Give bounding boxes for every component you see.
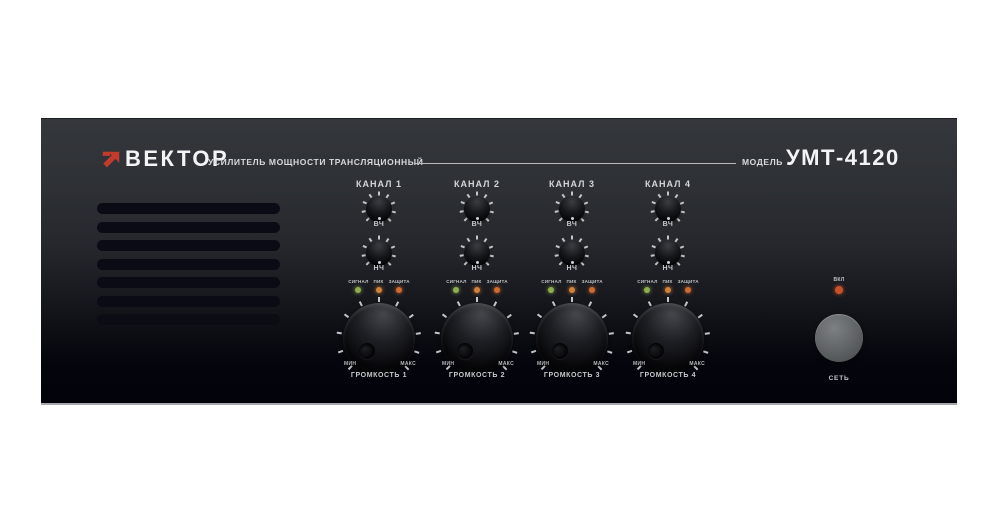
knob-body xyxy=(655,240,681,266)
signal-led xyxy=(548,287,554,293)
amplifier-front-panel: ВЕКТОР УСИЛИТЕЛЬ МОЩНОСТИ ТРАНСЛЯЦИОННЫЙ… xyxy=(41,118,957,405)
power-button[interactable] xyxy=(815,314,863,362)
channel-title: КАНАЛ 1 xyxy=(331,179,427,189)
channel-2-volume-knob[interactable] xyxy=(432,294,522,384)
vector-arrow-icon xyxy=(100,149,122,171)
header-divider-line xyxy=(414,163,736,164)
channel-3-section: КАНАЛ 3 ВЧ НЧ СИГНАЛ ПИК ЗАЩИТА МИН МАКС xyxy=(524,177,620,399)
peak-led xyxy=(474,287,480,293)
knob-pointer xyxy=(571,217,574,220)
knob-pointer xyxy=(476,217,479,220)
signal-led xyxy=(453,287,459,293)
ventilation-grille xyxy=(97,203,280,333)
max-label: МАКС xyxy=(400,361,416,367)
vent-slot xyxy=(97,259,280,270)
channel-3-volume-knob[interactable] xyxy=(527,294,617,384)
knob-pointer xyxy=(378,217,381,220)
protect-led-label: ЗАЩИТА xyxy=(582,279,603,284)
knob-indicator-dimple xyxy=(359,343,375,359)
protect-led-label: ЗАЩИТА xyxy=(678,279,699,284)
power-section: ВКЛ СЕТЬ xyxy=(791,277,887,503)
signal-led-label: СИГНАЛ xyxy=(541,279,561,284)
treble-label: ВЧ xyxy=(620,221,716,228)
max-label: МАКС xyxy=(593,361,609,367)
peak-led xyxy=(569,287,575,293)
vent-slot xyxy=(97,240,280,251)
model-number: УМТ-4120 xyxy=(786,145,900,171)
channel-1-volume-knob[interactable] xyxy=(334,294,424,384)
protect-led-label: ЗАЩИТА xyxy=(389,279,410,284)
channel-2-section: КАНАЛ 2 ВЧ НЧ СИГНАЛ ПИК ЗАЩИТА МИН МАКС xyxy=(429,177,525,399)
peak-led-label: ПИК xyxy=(472,279,482,284)
knob-pointer xyxy=(378,261,381,264)
vent-slot xyxy=(97,203,280,214)
vent-slot xyxy=(97,314,280,325)
knob-body xyxy=(559,240,585,266)
channel-title: КАНАЛ 4 xyxy=(620,179,716,189)
knob-pointer xyxy=(476,261,479,264)
min-label: МИН xyxy=(442,361,454,367)
vent-slot xyxy=(97,222,280,233)
knob-pointer xyxy=(667,217,670,220)
treble-label: ВЧ xyxy=(331,221,427,228)
min-label: МИН xyxy=(344,361,356,367)
protect-led xyxy=(396,287,402,293)
vent-slot xyxy=(97,277,280,288)
bass-label: НЧ xyxy=(620,265,716,272)
channel-4-volume-knob[interactable] xyxy=(623,294,713,384)
panel-subtitle: УСИЛИТЕЛЬ МОЩНОСТИ ТРАНСЛЯЦИОННЫЙ xyxy=(208,157,423,167)
peak-led-label: ПИК xyxy=(567,279,577,284)
knob-indicator-dimple xyxy=(552,343,568,359)
peak-led xyxy=(665,287,671,293)
power-switch-label: СЕТЬ xyxy=(791,375,887,382)
knob-indicator-dimple xyxy=(648,343,664,359)
knob-body xyxy=(559,196,585,222)
knob-body xyxy=(655,196,681,222)
protect-led xyxy=(589,287,595,293)
power-led xyxy=(835,286,843,294)
signal-led xyxy=(644,287,650,293)
signal-led-label: СИГНАЛ xyxy=(637,279,657,284)
max-label: МАКС xyxy=(498,361,514,367)
knob-body xyxy=(366,196,392,222)
knob-pointer xyxy=(667,261,670,264)
knob-body xyxy=(464,240,490,266)
model-label: МОДЕЛЬ xyxy=(742,157,783,167)
vent-slot xyxy=(97,296,280,307)
knob-body xyxy=(366,240,392,266)
bass-label: НЧ xyxy=(331,265,427,272)
channel-1-section: КАНАЛ 1 ВЧ НЧ СИГНАЛ ПИК ЗАЩИТА МИН МАКС xyxy=(331,177,427,399)
protect-led-label: ЗАЩИТА xyxy=(487,279,508,284)
peak-led xyxy=(376,287,382,293)
protect-led xyxy=(685,287,691,293)
min-label: МИН xyxy=(633,361,645,367)
max-label: МАКС xyxy=(689,361,705,367)
bass-label: НЧ xyxy=(524,265,620,272)
min-label: МИН xyxy=(537,361,549,367)
volume-label: ГРОМКОСТЬ 4 xyxy=(610,372,726,379)
signal-led xyxy=(355,287,361,293)
peak-led-label: ПИК xyxy=(663,279,673,284)
channel-title: КАНАЛ 3 xyxy=(524,179,620,189)
knob-pointer xyxy=(571,261,574,264)
protect-led xyxy=(494,287,500,293)
bass-label: НЧ xyxy=(429,265,525,272)
peak-led-label: ПИК xyxy=(374,279,384,284)
channel-title: КАНАЛ 2 xyxy=(429,179,525,189)
channel-3-led-row: СИГНАЛ ПИК ЗАЩИТА xyxy=(524,279,620,293)
channel-4-led-row: СИГНАЛ ПИК ЗАЩИТА xyxy=(620,279,716,293)
treble-label: ВЧ xyxy=(524,221,620,228)
knob-body xyxy=(464,196,490,222)
signal-led-label: СИГНАЛ xyxy=(348,279,368,284)
signal-led-label: СИГНАЛ xyxy=(446,279,466,284)
power-led-label: ВКЛ xyxy=(791,277,887,283)
channel-2-led-row: СИГНАЛ ПИК ЗАЩИТА xyxy=(429,279,525,293)
channel-4-section: КАНАЛ 4 ВЧ НЧ СИГНАЛ ПИК ЗАЩИТА МИН МАКС xyxy=(620,177,716,399)
channel-1-led-row: СИГНАЛ ПИК ЗАЩИТА xyxy=(331,279,427,293)
treble-label: ВЧ xyxy=(429,221,525,228)
product-photo: ВЕКТОР УСИЛИТЕЛЬ МОЩНОСТИ ТРАНСЛЯЦИОННЫЙ… xyxy=(0,0,1000,523)
knob-indicator-dimple xyxy=(457,343,473,359)
